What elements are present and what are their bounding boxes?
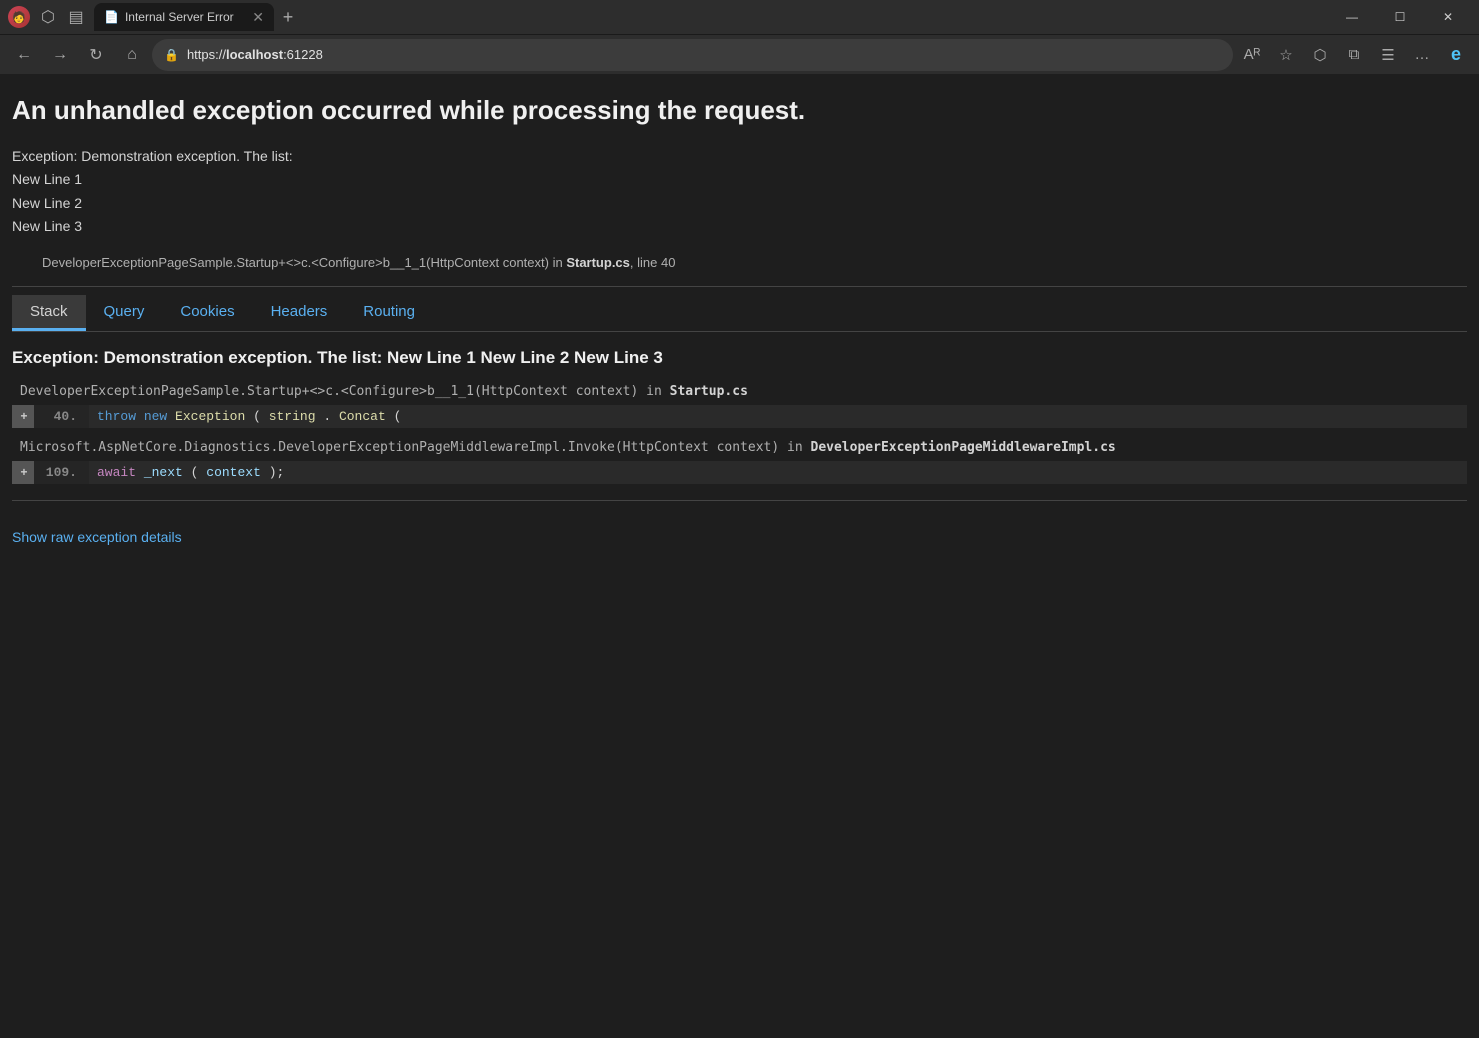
frame1-punc2: . xyxy=(323,409,331,424)
stack-frame-1: DeveloperExceptionPageSample.Startup+<>c… xyxy=(12,380,1467,428)
url-text: https://localhost:61228 xyxy=(187,47,1221,62)
tab-query[interactable]: Query xyxy=(86,295,163,331)
divider-2 xyxy=(12,500,1467,501)
maximize-button[interactable]: ☐ xyxy=(1377,2,1423,32)
exception-section-title: Exception: Demonstration exception. The … xyxy=(12,348,1467,368)
minimize-button[interactable]: — xyxy=(1329,2,1375,32)
exception-line-2: New Line 2 xyxy=(12,192,1467,216)
frame2-code-block: + 109. await _next ( context ); xyxy=(12,461,1467,484)
stack-location-line: , line 40 xyxy=(630,255,676,270)
tab-title-label: Internal Server Error xyxy=(125,10,246,24)
stack-location-file: Startup.cs xyxy=(566,255,630,270)
frame1-method-string: string xyxy=(269,409,316,424)
home-button[interactable]: ⌂ xyxy=(116,39,148,71)
close-button[interactable]: ✕ xyxy=(1425,2,1471,32)
back-button[interactable]: ← xyxy=(8,39,40,71)
url-protocol: https:// xyxy=(187,47,226,62)
frame2-line-number: 109. xyxy=(34,461,89,484)
frame1-code-line: + 40. throw new Exception ( string . Con… xyxy=(14,405,1467,428)
frame1-line-number: 40. xyxy=(34,405,89,428)
exception-line-1: New Line 1 xyxy=(12,168,1467,192)
forward-button[interactable]: → xyxy=(44,39,76,71)
favorites-icon[interactable]: ☆ xyxy=(1271,40,1301,70)
stack-location-text: DeveloperExceptionPageSample.Startup+<>c… xyxy=(42,255,566,270)
page-content: An unhandled exception occurred while pr… xyxy=(0,74,1479,1038)
browser-window: 🧑 ⬡ ▤ 📄 Internal Server Error ✕ + — ☐ ✕ … xyxy=(0,0,1479,1038)
exception-intro-text: Exception: Demonstration exception. The … xyxy=(12,148,1467,164)
tabs-bar: 📄 Internal Server Error ✕ + xyxy=(94,3,1321,31)
frame2-punc: ( xyxy=(191,465,199,480)
settings-more-icon[interactable]: … xyxy=(1407,40,1437,70)
frame1-file: Startup.cs xyxy=(670,384,748,399)
tab-close-button[interactable]: ✕ xyxy=(252,10,264,24)
frame2-keyword-await: await xyxy=(97,465,136,480)
read-aloud-icon[interactable]: Aᴿ xyxy=(1237,40,1267,70)
nav-right-buttons: Aᴿ ☆ ⬡ ⧉ ☰ … e xyxy=(1237,40,1471,70)
frame1-method-concat: Concat xyxy=(339,409,386,424)
frame1-method-exception: Exception xyxy=(175,409,245,424)
frame2-code-line: + 109. await _next ( context ); xyxy=(14,461,1467,484)
tab-navigation: Stack Query Cookies Headers Routing xyxy=(12,295,1467,332)
workspaces-icon[interactable]: ⬡ xyxy=(38,7,58,27)
frame2-punc2: ); xyxy=(269,465,285,480)
tab-routing[interactable]: Routing xyxy=(345,295,433,331)
frame2-var-context: context xyxy=(206,465,261,480)
profile-avatar[interactable]: 🧑 xyxy=(8,6,30,28)
stack-frame-2: Microsoft.AspNetCore.Diagnostics.Develop… xyxy=(12,436,1467,484)
stack-tab-content: Exception: Demonstration exception. The … xyxy=(12,332,1467,545)
sidebar-icon[interactable]: ▤ xyxy=(66,7,86,27)
stack-location: DeveloperExceptionPageSample.Startup+<>c… xyxy=(12,255,1467,270)
title-bar: 🧑 ⬡ ▤ 📄 Internal Server Error ✕ + — ☐ ✕ xyxy=(0,0,1479,34)
frame2-text: Microsoft.AspNetCore.Diagnostics.Develop… xyxy=(20,440,811,455)
frame2-expand-button[interactable]: + xyxy=(14,461,34,484)
exception-lines: New Line 1 New Line 2 New Line 3 xyxy=(12,168,1467,239)
tab-headers[interactable]: Headers xyxy=(253,295,346,331)
tab-stack[interactable]: Stack xyxy=(12,295,86,331)
active-tab[interactable]: 📄 Internal Server Error ✕ xyxy=(94,3,274,31)
show-raw-exception-link[interactable]: Show raw exception details xyxy=(12,529,182,545)
frame1-code-content: throw new Exception ( string . Concat ( xyxy=(89,405,409,428)
exception-line-3: New Line 3 xyxy=(12,215,1467,239)
address-bar[interactable]: 🔒 https://localhost:61228 xyxy=(152,39,1233,71)
frame1-keyword-throw: throw xyxy=(97,409,136,424)
collections-icon[interactable]: ☰ xyxy=(1373,40,1403,70)
refresh-button[interactable]: ↻ xyxy=(80,39,112,71)
title-bar-left: 🧑 ⬡ ▤ xyxy=(8,6,86,28)
url-host: localhost xyxy=(226,47,283,62)
frame1-punc: ( xyxy=(253,409,261,424)
window-controls: — ☐ ✕ xyxy=(1329,2,1471,32)
split-view-icon[interactable]: ⧉ xyxy=(1339,40,1369,70)
frame1-keyword-new: new xyxy=(144,409,167,424)
frame1-punc3: ( xyxy=(394,409,402,424)
stack-frame-1-header: DeveloperExceptionPageSample.Startup+<>c… xyxy=(12,380,1467,403)
main-error-heading: An unhandled exception occurred while pr… xyxy=(12,94,1467,128)
frame1-text: DeveloperExceptionPageSample.Startup+<>c… xyxy=(20,384,670,399)
frame2-file: DeveloperExceptionPageMiddlewareImpl.cs xyxy=(811,440,1116,455)
frame2-var-next: _next xyxy=(144,465,183,480)
frame2-code-content: await _next ( context ); xyxy=(89,461,292,484)
extensions-icon[interactable]: ⬡ xyxy=(1305,40,1335,70)
lock-icon: 🔒 xyxy=(164,48,179,62)
stack-frame-2-header: Microsoft.AspNetCore.Diagnostics.Develop… xyxy=(12,436,1467,459)
tab-favicon: 📄 xyxy=(104,10,119,24)
new-tab-button[interactable]: + xyxy=(274,3,302,31)
tab-cookies[interactable]: Cookies xyxy=(162,295,252,331)
frame1-code-block: + 40. throw new Exception ( string . Con… xyxy=(12,405,1467,428)
divider-1 xyxy=(12,286,1467,287)
url-port: :61228 xyxy=(283,47,323,62)
frame1-expand-button[interactable]: + xyxy=(14,405,34,428)
edge-logo-icon[interactable]: e xyxy=(1441,40,1471,70)
nav-bar: ← → ↻ ⌂ 🔒 https://localhost:61228 Aᴿ ☆ ⬡… xyxy=(0,34,1479,74)
